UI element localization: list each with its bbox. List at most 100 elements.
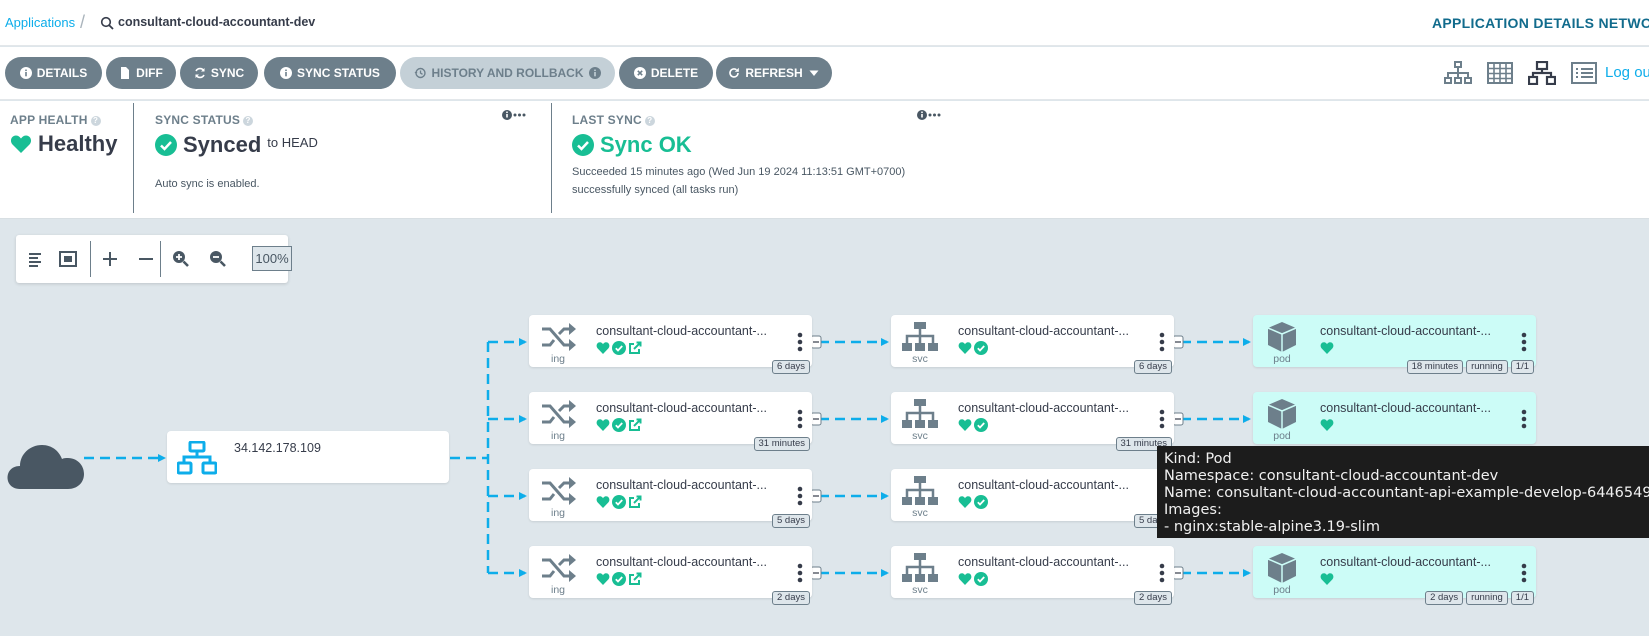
logout-link[interactable]: Log out — [1605, 64, 1649, 81]
node-name: consultant-cloud-accountant-... — [596, 324, 767, 338]
node-status — [596, 341, 642, 355]
more-info-icon[interactable] — [917, 109, 941, 121]
last-sync-label: LAST SYNC — [572, 113, 642, 127]
load-balancer-ip: 34.142.178.109 — [234, 441, 321, 455]
heart-icon — [596, 342, 610, 354]
more-vertical-icon[interactable] — [797, 486, 803, 506]
check-circle-icon — [612, 495, 626, 509]
heart-icon — [958, 342, 972, 354]
sync-status-heading: SYNC STATUS? — [155, 113, 254, 127]
breadcrumb-applications[interactable]: Applications — [5, 15, 75, 30]
external-link-icon[interactable] — [628, 418, 642, 432]
plus-icon[interactable] — [98, 247, 122, 271]
ingress-node[interactable]: ing consultant-cloud-accountant-... 31 m… — [529, 392, 812, 451]
node-name: consultant-cloud-accountant-... — [596, 478, 767, 492]
more-vertical-icon[interactable] — [1159, 409, 1165, 429]
sync-button[interactable]: SYNC — [180, 57, 258, 89]
graph-toolbar: 100% — [16, 235, 292, 283]
sync-status-button[interactable]: SYNC STATUS — [264, 57, 396, 89]
ingress-node[interactable]: ing consultant-cloud-accountant-... 5 da… — [529, 469, 812, 528]
state-badge: running — [1466, 591, 1508, 605]
check-circle-icon — [974, 495, 988, 509]
check-circle-icon — [612, 341, 626, 355]
tree-view-icon[interactable] — [1444, 61, 1472, 85]
diff-button[interactable]: DIFF — [106, 57, 176, 89]
list-view-icon[interactable] — [1570, 61, 1598, 85]
delete-label: DELETE — [650, 66, 699, 80]
service-node[interactable]: svc consultant-cloud-accountant-... 5 da… — [891, 469, 1174, 528]
help-icon[interactable]: ? — [243, 116, 254, 126]
node-status — [1320, 572, 1334, 586]
details-button[interactable]: DETAILS — [5, 57, 102, 89]
network-view-icon[interactable] — [1528, 61, 1556, 85]
sync-status-text: Synced — [183, 132, 262, 157]
sync-status-label: SYNC STATUS — [297, 66, 380, 80]
tooltip-name: Name: consultant-cloud-accountant-api-ex… — [1164, 485, 1649, 501]
age-badge: 6 days — [1134, 360, 1172, 374]
history-rollback-button[interactable]: HISTORY AND ROLLBACK — [400, 57, 615, 89]
refresh-icon — [729, 67, 740, 78]
zoom-out-icon[interactable] — [206, 247, 230, 271]
refresh-button[interactable]: REFRESH — [716, 57, 832, 89]
service-node[interactable]: svc consultant-cloud-accountant-... 2 da… — [891, 546, 1174, 605]
load-balancer-node[interactable]: 34.142.178.109 — [167, 431, 449, 483]
page-title: APPLICATION DETAILS NETWORK — [1432, 15, 1649, 31]
node-kind: pod — [1273, 584, 1291, 596]
check-circle-icon — [155, 134, 177, 156]
more-vertical-icon[interactable] — [797, 409, 803, 429]
breadcrumb-app-name[interactable]: consultant-cloud-accountant-dev — [118, 15, 315, 29]
pod-node[interactable]: pod consultant-cloud-accountant-... — [1253, 392, 1536, 444]
history-icon — [414, 67, 427, 79]
service-node[interactable]: svc consultant-cloud-accountant-... 6 da… — [891, 315, 1174, 374]
minus-icon[interactable] — [134, 247, 158, 271]
cube-icon — [1267, 322, 1297, 352]
help-icon[interactable]: ? — [644, 116, 655, 126]
check-circle-icon — [612, 418, 626, 432]
app-health-heading: APP HEALTH? — [10, 113, 101, 127]
state-badge: running — [1466, 360, 1508, 374]
help-icon[interactable]: ? — [90, 116, 101, 126]
age-badge: 2 days — [1425, 591, 1464, 605]
node-kind: svc — [912, 584, 928, 596]
ingress-node[interactable]: ing consultant-cloud-accountant-... 6 da… — [529, 315, 812, 374]
info-icon — [19, 67, 32, 79]
tooltip-namespace: Namespace: consultant-cloud-accountant-d… — [1164, 468, 1499, 484]
pod-node[interactable]: pod consultant-cloud-accountant-... 2 da… — [1253, 546, 1536, 605]
grid-view-icon[interactable] — [1486, 61, 1514, 85]
external-link-icon[interactable] — [628, 341, 642, 355]
search-icon[interactable] — [100, 16, 114, 30]
more-info-icon[interactable] — [502, 109, 526, 121]
more-vertical-icon[interactable] — [797, 332, 803, 352]
action-toolbar: DETAILS DIFF SYNC SYNC STATUS HISTORY AN… — [0, 47, 1649, 100]
more-vertical-icon[interactable] — [1521, 332, 1527, 352]
shuffle-icon — [542, 477, 576, 505]
top-bar: Applications / consultant-cloud-accounta… — [0, 0, 1649, 46]
delete-button[interactable]: DELETE — [619, 57, 713, 89]
more-vertical-icon[interactable] — [1159, 332, 1165, 352]
service-node[interactable]: svc consultant-cloud-accountant-... 31 m… — [891, 392, 1174, 451]
service-icon — [902, 399, 938, 428]
external-link-icon[interactable] — [628, 495, 642, 509]
check-circle-icon — [612, 572, 626, 586]
node-status — [958, 572, 988, 586]
node-status — [958, 495, 988, 509]
zoom-in-icon[interactable] — [169, 247, 193, 271]
more-vertical-icon[interactable] — [1521, 563, 1527, 583]
ingress-node[interactable]: ing consultant-cloud-accountant-... 2 da… — [529, 546, 812, 605]
close-circle-icon — [633, 67, 646, 79]
node-status — [596, 572, 642, 586]
more-vertical-icon[interactable] — [797, 563, 803, 583]
external-link-icon[interactable] — [628, 572, 642, 586]
last-sync-time: Succeeded 15 minutes ago (Wed Jun 19 202… — [572, 166, 906, 178]
chevron-down-icon — [809, 70, 819, 76]
last-sync-value: Sync OK — [572, 132, 692, 158]
last-sync-message: successfully synced (all tasks run) — [572, 184, 739, 196]
more-vertical-icon[interactable] — [1159, 563, 1165, 583]
pod-node[interactable]: pod consultant-cloud-accountant-... 18 m… — [1253, 315, 1536, 374]
app-health-value: Healthy — [10, 131, 117, 157]
fit-screen-icon[interactable] — [56, 247, 80, 271]
zoom-level[interactable]: 100% — [252, 246, 292, 271]
more-vertical-icon[interactable] — [1521, 409, 1527, 429]
heart-icon — [958, 573, 972, 585]
align-left-icon[interactable] — [24, 247, 48, 271]
